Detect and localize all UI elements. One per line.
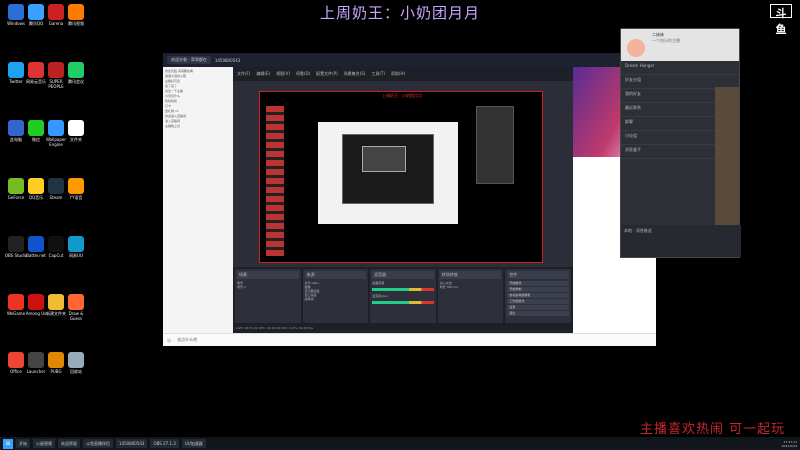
obs-dock-item[interactable]: 工作室模式: [507, 299, 569, 304]
obs-dock-title: 转场特效: [439, 271, 502, 279]
obs-preview[interactable]: 上周奶王：小奶团月月: [259, 91, 543, 263]
obs-dock: 混音器桌面音频麦克风/Aux: [370, 269, 436, 323]
obs-menu-item[interactable]: 场景集合(S): [344, 71, 366, 77]
audio-meter: [372, 288, 434, 291]
qq-user-subtitle: 一个快乐的主播: [652, 38, 680, 43]
taskbar-item[interactable]: 1450800543: [116, 439, 148, 448]
taskbar-item[interactable]: 火星视频: [33, 439, 55, 448]
desktop-icon[interactable]: 腾讯视频: [62, 4, 90, 31]
desktop-icon[interactable]: YY语音: [62, 178, 90, 205]
nested-preview-3: [362, 146, 406, 172]
qq-footer: 本地 · 消息推送: [621, 225, 741, 257]
obs-statusbar: LIVE: 00:51:22 REC: 00:00:00 CPU: 4.9%, …: [233, 325, 573, 333]
taskbar-item[interactable]: UU加速器: [181, 439, 206, 448]
obs-dock-item[interactable]: 时长 300 ms: [440, 285, 502, 289]
app-icon: [68, 120, 84, 136]
avatar[interactable]: [627, 39, 645, 57]
desktop-icon-label: 腾讯会议: [68, 79, 84, 84]
obs-menu-item[interactable]: 视图(V): [276, 71, 290, 77]
app-icon: [68, 178, 84, 194]
taskbar: ⊞ 开始 火星视频 欢迎界面 斗鱼直播伴侣 1450800543 OBS 27.1.3 UU…: [0, 437, 800, 450]
obs-dock-item[interactable]: 麦克风/Aux: [372, 294, 434, 298]
preview-icon-column: [266, 106, 284, 256]
obs-dock-title: 混音器: [372, 271, 434, 279]
qq-header: 二妹妹 一个快乐的主播: [621, 29, 739, 61]
obs-menu-item[interactable]: 停靠(D): [296, 71, 310, 77]
window-tab[interactable]: 欢迎光临 · 哥哥都在: [167, 56, 211, 64]
emoji-icon[interactable]: ☺: [167, 338, 171, 343]
taskbar-item[interactable]: 欢迎界面: [58, 439, 80, 448]
app-icon: [68, 294, 84, 310]
app-icon: [68, 236, 84, 252]
obs-dock-item[interactable]: 开始推流: [507, 281, 569, 286]
obs-window: 文件(F) 编辑(E) 视图(V) 停靠(D) 配置文件(P) 场景集合(S) 工具(T) 帮…: [233, 67, 573, 325]
desktop-icon-label: 网易UU: [69, 253, 83, 258]
desktop-icon[interactable]: Draw & Guess: [62, 294, 90, 321]
taskbar-clock[interactable]: 17:47:11 2022/2/24: [782, 440, 797, 448]
obs-dock-title: 来源: [304, 271, 367, 279]
taskbar-item[interactable]: 开始: [16, 439, 30, 448]
obs-menu-item[interactable]: 工具(T): [371, 71, 385, 77]
obs-dock-item[interactable]: 桌面音频: [372, 281, 434, 285]
obs-dock-item[interactable]: 设置: [507, 305, 569, 310]
clock-time: 17:47:11: [783, 439, 797, 444]
app-icon: [68, 4, 84, 20]
obs-dock-item[interactable]: 场景 2: [237, 285, 299, 289]
obs-dock-item[interactable]: 媒体源: [305, 297, 367, 301]
preview-side-window: [476, 106, 514, 184]
app-icon: [68, 62, 84, 78]
overlay-title: 上周奶王：小奶团月月: [319, 4, 480, 22]
obs-dock-title: 场景: [237, 271, 299, 279]
desktop-icon[interactable]: 回收站: [62, 352, 90, 379]
obs-dock: 控件开始推流 开始录制 启动虚拟摄像机 工作室模式 设置 退出: [505, 269, 571, 323]
obs-dock-item[interactable]: 退出: [507, 311, 569, 316]
clock-date: 2022/2/24: [781, 443, 797, 448]
obs-menu-item[interactable]: 编辑(E): [256, 71, 270, 77]
qq-row[interactable]: Dream Hunger: [621, 61, 739, 75]
app-icon: [68, 352, 84, 368]
taskbar-items: 开始 火星视频 欢迎界面 斗鱼直播伴侣 1450800543 OBS 27.1.3 UU加速…: [16, 439, 206, 448]
obs-dock: 转场特效 淡入淡出 时长 300 ms: [437, 269, 504, 323]
obs-dock: 来源 文字 GDI+ 图像 显示器采集 窗口采集 媒体源: [302, 269, 369, 323]
obs-menubar: 文件(F) 编辑(E) 视图(V) 停靠(D) 配置文件(P) 场景集合(S) 工具(T) 帮…: [233, 67, 573, 81]
stream-logo: 斗鱼: [770, 4, 792, 36]
room-id: 1450800543: [214, 57, 241, 63]
obs-menu-item[interactable]: 帮助(H): [391, 71, 405, 77]
desktop-icon-label: 回收站: [70, 369, 82, 374]
chat-input[interactable]: ☺ 说点什么吧: [163, 333, 656, 346]
qq-chat-panel: 二妹妹 一个快乐的主播 Dream Hunger 好友分组 我的好友 最近联系 群聊 讨论…: [620, 28, 741, 258]
obs-dock: 场景 场景 场景 2: [235, 269, 301, 323]
obs-menu-item[interactable]: 配置文件(P): [316, 71, 338, 77]
desktop-icon-label: YY语音: [69, 195, 83, 200]
preview-title: 上周奶王：小奶团月月: [382, 93, 422, 98]
start-button[interactable]: ⊞: [3, 438, 13, 449]
live-app-window: 欢迎光临 · 哥哥都在 1450800543 欢迎光临 哥哥都在看 谢谢大哥的火箭…: [163, 53, 656, 346]
bottom-slogan: 主播喜欢热闹 可一起玩: [640, 422, 786, 437]
chat-input-placeholder: 说点什么吧: [177, 337, 198, 342]
obs-dock-item[interactable]: 启动虚拟摄像机: [507, 293, 569, 298]
obs-menu-item[interactable]: 文件(F): [237, 71, 250, 77]
desktop-icon-label: 腾讯视频: [68, 21, 84, 26]
window-titlebar: 欢迎光临 · 哥哥都在 1450800543: [163, 53, 656, 67]
taskbar-item[interactable]: OBS 27.1.3: [150, 439, 179, 448]
chat-line: 主播晚上好: [165, 124, 181, 128]
taskbar-item[interactable]: 斗鱼直播伴侣: [83, 439, 113, 448]
desktop-icon[interactable]: 网易UU: [62, 236, 90, 263]
desktop-icon[interactable]: 腾讯会议: [62, 62, 90, 89]
audio-meter: [372, 301, 434, 304]
chat-pane: 欢迎光临 哥哥都在看 谢谢大哥的火箭 主播好可爱 来了来了 关注一下主播 今天玩什么 哈哈哈…: [163, 67, 233, 346]
obs-dock-item[interactable]: 开始录制: [507, 287, 569, 292]
desktop-icon-label: 文件夹: [70, 137, 82, 142]
desktop-icon-label: Draw & Guess: [68, 311, 84, 321]
desktop-icon[interactable]: 文件夹: [62, 120, 90, 147]
obs-docks: 场景 场景 场景 2 来源 文字 GDI+ 图像 显示器采集 窗口采集 媒体源 混音器 桌面音频 麦克…: [233, 267, 573, 325]
obs-dock-title: 控件: [507, 271, 569, 279]
